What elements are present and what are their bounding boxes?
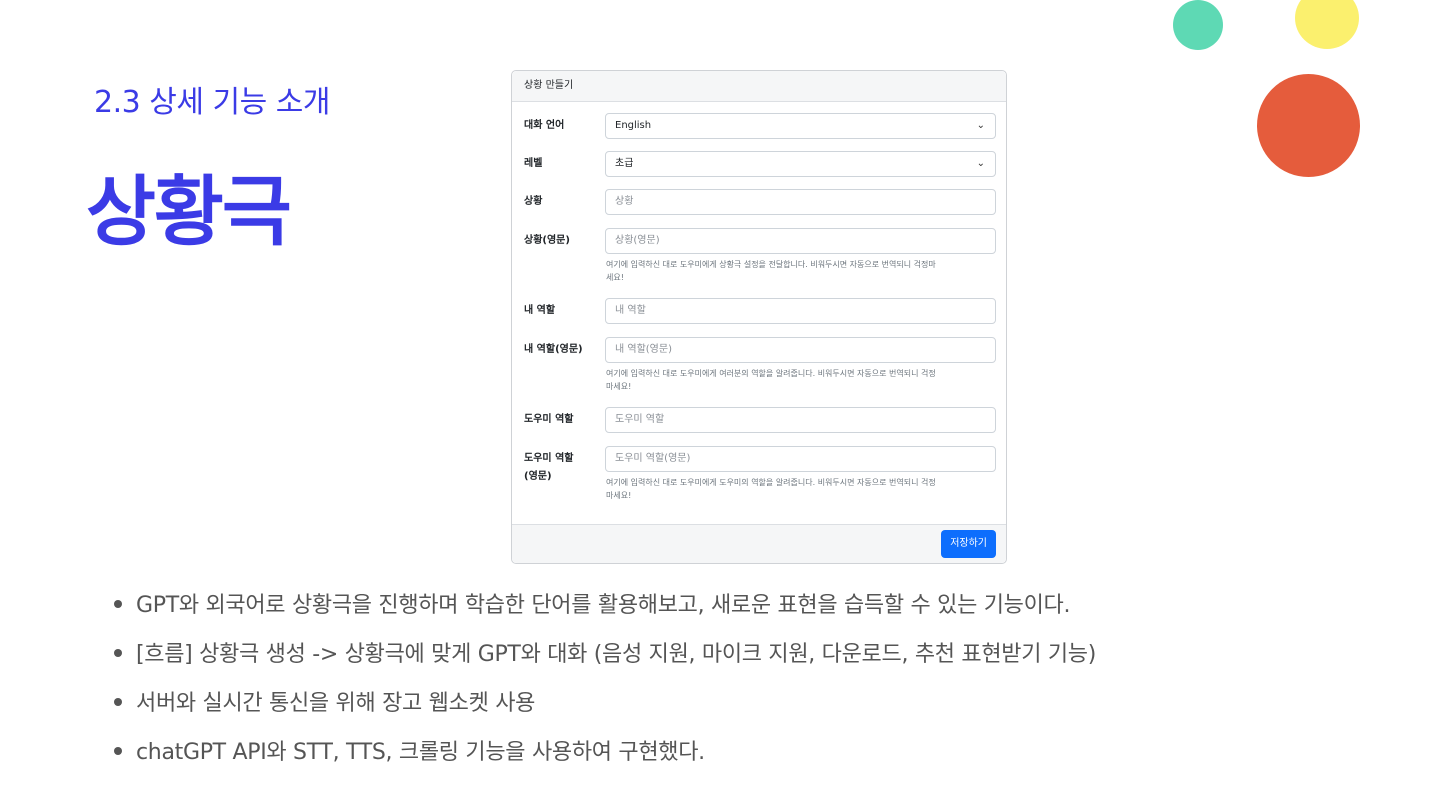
bullet-dot-icon [114,747,122,755]
card-footer: 저장하기 [512,524,1006,563]
decor-circle-green [1173,0,1223,50]
situation-en-help: 여기에 입력하신 대로 도우미에게 상황극 설정을 전달합니다. 비워두시면 자… [606,260,936,282]
save-button[interactable]: 저장하기 [941,530,996,558]
decor-circle-red [1257,74,1360,177]
decor-circle-yellow [1295,0,1359,49]
helper-role-en-input[interactable]: 도우미 역할(영문) [605,446,996,472]
situation-en-input[interactable]: 상황(영문) [605,228,996,254]
language-select-value: English [615,120,652,131]
my-role-en-input[interactable]: 내 역할(영문) [605,337,996,363]
language-label: 대화 언어 [524,120,565,131]
chevron-down-icon: ⌄ [976,120,985,131]
language-select[interactable]: English ⌄ [605,113,996,139]
my-role-en-label: 내 역할(영문) [524,344,583,355]
page-title: 상황극 [86,167,292,256]
bullet-item: chatGPT API와 STT, TTS, 크롤링 기능을 사용하여 구현했다… [114,734,705,766]
section-subtitle: 2.3 상세 기능 소개 [94,85,330,120]
bullet-dot-icon [114,600,122,608]
my-role-input[interactable]: 내 역할 [605,298,996,324]
level-select-value: 초급 [615,158,634,169]
helper-role-en-help: 여기에 입력하신 대로 도우미에게 도우미의 역할을 알려줍니다. 비워두시면 … [606,478,936,500]
card-header: 상황 만들기 [512,71,1006,102]
helper-role-label: 도우미 역할 [524,414,574,425]
helper-role-en-label: 도우미 역할 (영문) [524,453,574,482]
level-label: 레벨 [524,158,543,169]
level-select[interactable]: 초급 ⌄ [605,151,996,177]
situation-label: 상황 [524,196,543,207]
my-role-label: 내 역할 [524,305,556,316]
bullet-text: chatGPT API와 STT, TTS, 크롤링 기능을 사용하여 구현했다… [136,740,705,765]
situation-en-label: 상황(영문) [524,235,570,246]
bullet-text: GPT와 외국어로 상황극을 진행하며 학습한 단어를 활용해보고, 새로운 표… [136,593,1071,618]
bullet-text: 서버와 실시간 통신을 위해 장고 웹소켓 사용 [136,691,536,716]
bullet-item: GPT와 외국어로 상황극을 진행하며 학습한 단어를 활용해보고, 새로운 표… [114,587,1070,619]
bullet-dot-icon [114,649,122,657]
chevron-down-icon: ⌄ [976,158,985,169]
bullet-text: [흐름] 상황극 생성 -> 상황극에 맞게 GPT와 대화 (음성 지원, 마… [136,642,1097,667]
bullet-item: 서버와 실시간 통신을 위해 장고 웹소켓 사용 [114,685,535,717]
bullet-dot-icon [114,698,122,706]
situation-form-card: 상황 만들기 대화 언어 English ⌄ 레벨 초급 ⌄ 상황 상황 상황(… [511,70,1007,564]
situation-input[interactable]: 상황 [605,189,996,215]
my-role-en-help: 여기에 입력하신 대로 도우미에게 여러분의 역할을 알려줍니다. 비워두시면 … [606,369,936,391]
bullet-item: [흐름] 상황극 생성 -> 상황극에 맞게 GPT와 대화 (음성 지원, 마… [114,636,1096,668]
helper-role-input[interactable]: 도우미 역할 [605,407,996,433]
